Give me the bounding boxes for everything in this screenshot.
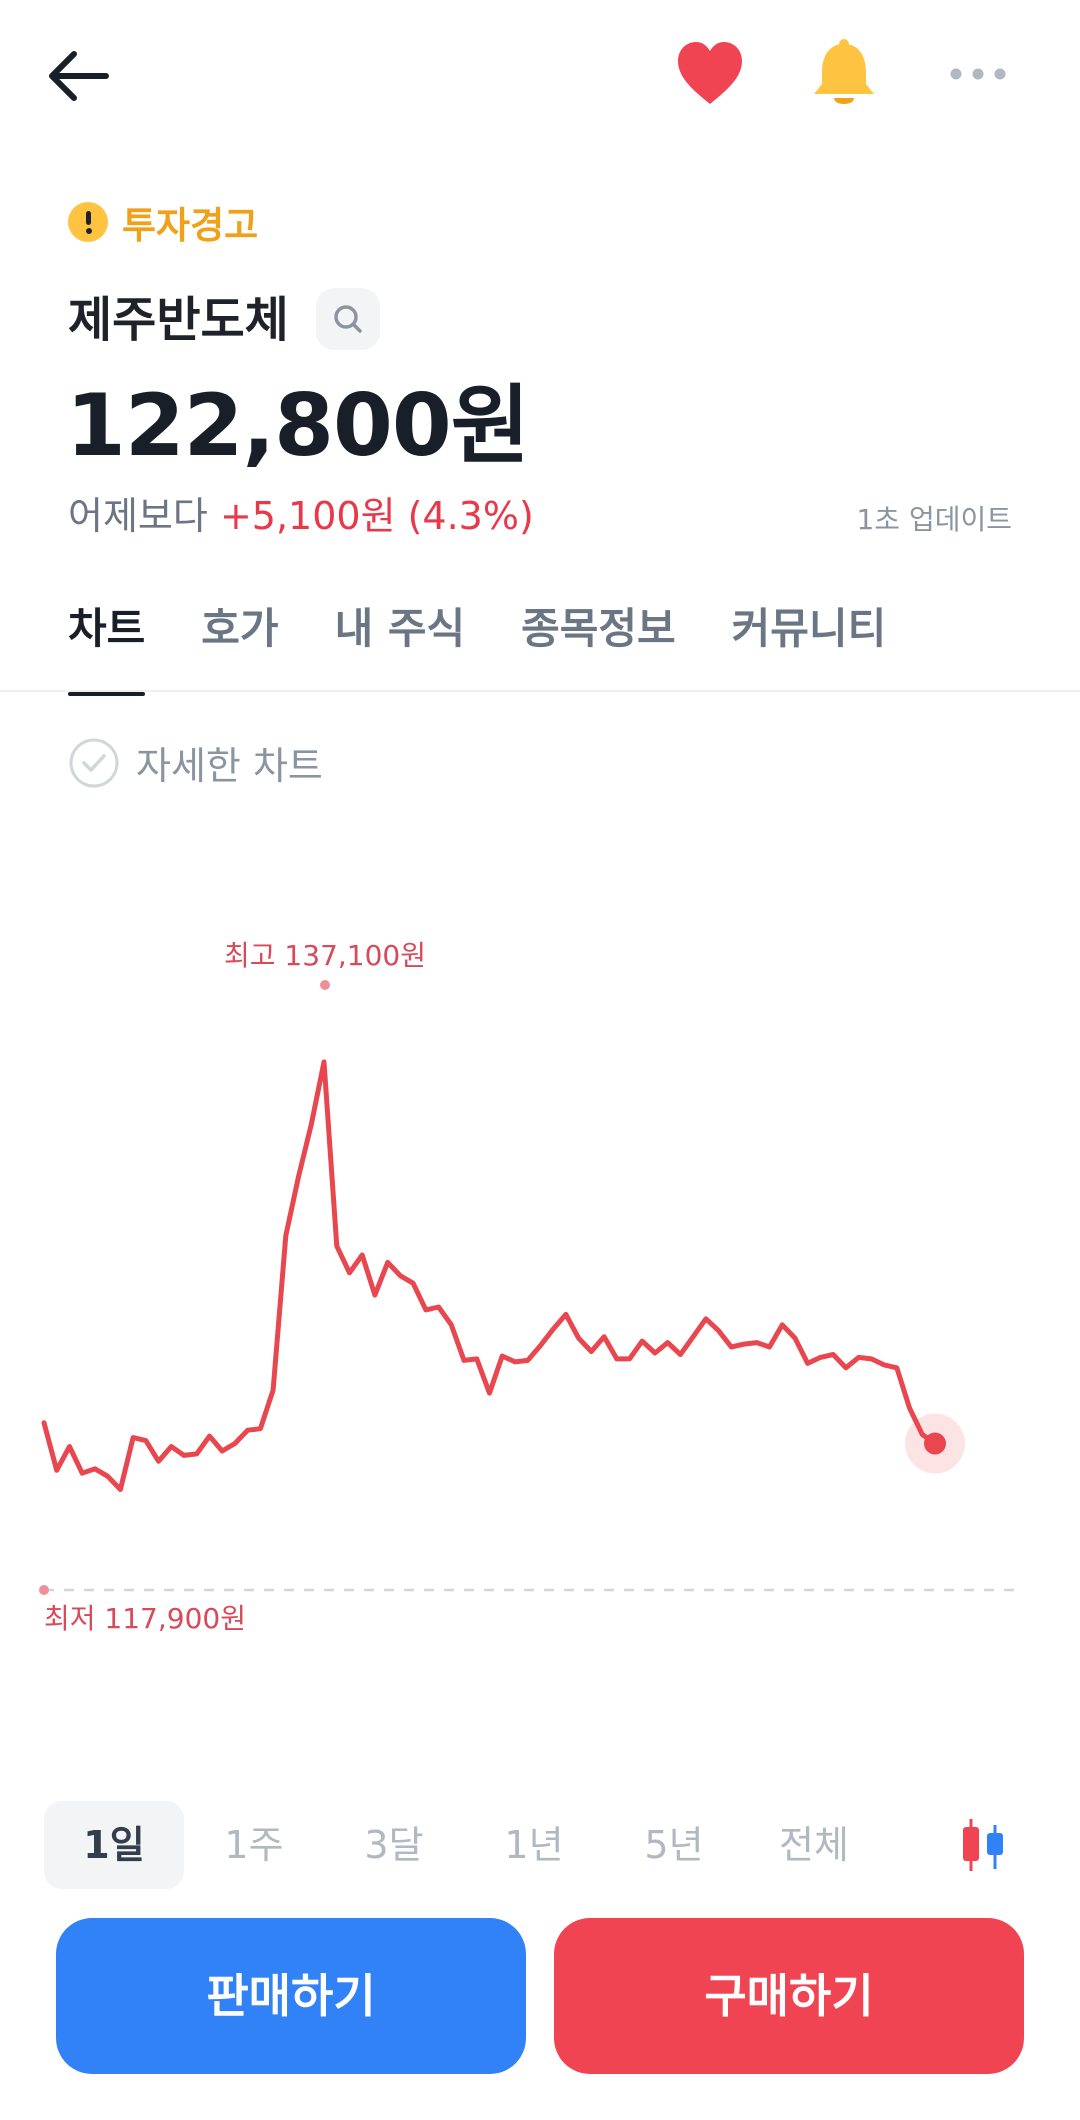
bell-icon bbox=[814, 39, 874, 104]
high-label: 최고 137,100원 bbox=[224, 939, 426, 972]
back-button[interactable] bbox=[40, 36, 120, 116]
detail-chart-label: 자세한 차트 bbox=[136, 744, 323, 788]
candlestick-icon bbox=[963, 1819, 1003, 1871]
tab-orderbook[interactable]: 호가 bbox=[201, 595, 278, 696]
arrow-left-icon bbox=[49, 51, 109, 101]
tab-divider bbox=[0, 690, 1080, 692]
stock-name: 제주반도체 bbox=[68, 292, 289, 348]
change-value: +5,100원 (4.3%) bbox=[219, 494, 534, 538]
period-1w[interactable]: 1주 bbox=[184, 1801, 324, 1889]
last-price-dot bbox=[924, 1432, 946, 1455]
stock-search-button[interactable] bbox=[316, 288, 380, 350]
search-icon bbox=[334, 305, 362, 333]
heart-icon bbox=[678, 42, 742, 104]
detail-chart-toggle[interactable]: 자세한 차트 bbox=[68, 735, 323, 790]
current-price: 122,800원 bbox=[66, 376, 530, 476]
price-chart[interactable]: 최고 137,100원 최저 117,900원 bbox=[0, 880, 1080, 1660]
warning-icon bbox=[68, 202, 108, 242]
change-prefix: 어제보다 bbox=[68, 494, 208, 538]
tab-community[interactable]: 커뮤니티 bbox=[732, 595, 887, 696]
price-line bbox=[41, 1059, 938, 1492]
more-button[interactable] bbox=[946, 50, 1010, 98]
period-3m[interactable]: 3달 bbox=[324, 1801, 464, 1889]
more-horizontal-icon bbox=[950, 68, 1006, 80]
low-label: 최저 117,900원 bbox=[44, 1602, 246, 1635]
warning-label: 투자경고 bbox=[122, 204, 259, 247]
low-marker bbox=[39, 1585, 49, 1595]
period-1y[interactable]: 1년 bbox=[464, 1801, 604, 1889]
alert-button[interactable] bbox=[808, 36, 880, 116]
tab-stock-info[interactable]: 종목정보 bbox=[521, 595, 676, 696]
period-all[interactable]: 전체 bbox=[744, 1801, 884, 1889]
price-change: 어제보다 +5,100원 (4.3%) bbox=[68, 485, 534, 540]
candle-chart-button[interactable] bbox=[955, 1815, 1011, 1875]
buy-button[interactable]: 구매하기 bbox=[554, 1918, 1024, 2074]
check-circle-icon bbox=[69, 738, 119, 787]
update-interval: 1초 업데이트 bbox=[856, 503, 1012, 536]
sell-button[interactable]: 판매하기 bbox=[56, 1918, 526, 2074]
period-selector: 1일 1주 3달 1년 5년 전체 bbox=[44, 1800, 1024, 1890]
tab-my-stock[interactable]: 내 주식 bbox=[335, 595, 466, 696]
period-1d[interactable]: 1일 bbox=[44, 1801, 184, 1889]
period-5y[interactable]: 5년 bbox=[604, 1801, 744, 1889]
favorite-button[interactable] bbox=[672, 36, 748, 112]
investment-warning: 투자경고 bbox=[68, 195, 258, 249]
high-marker bbox=[320, 980, 330, 990]
tab-bar: 차트 호가 내 주식 종목정보 커뮤니티 bbox=[68, 595, 886, 696]
tab-chart[interactable]: 차트 bbox=[68, 595, 146, 696]
